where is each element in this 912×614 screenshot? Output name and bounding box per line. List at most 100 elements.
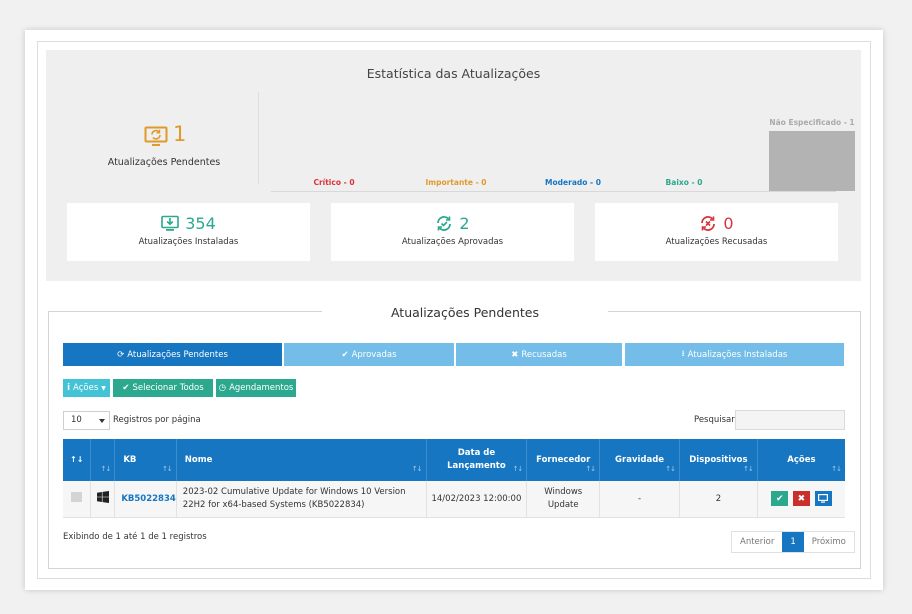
chart-axis [271, 191, 836, 192]
name-cell: 2023-02 Cumulative Update for Windows 10… [176, 481, 427, 518]
col-devices[interactable]: Dispositivos ↑↓ [679, 439, 758, 481]
col-name[interactable]: Nome ↑↓ [176, 439, 427, 481]
close-icon: ✖ [511, 349, 519, 360]
col-vendor[interactable]: Fornecedor ↑↓ [526, 439, 601, 481]
pagination: Anterior 1 Próximo [731, 531, 855, 553]
caret-down-icon [99, 419, 105, 423]
tabs: ⟳ Atualizações Pendentes ✔ Aprovadas ✖ R… [63, 343, 844, 366]
vendor-cell: Windows Update [526, 481, 601, 518]
col-select[interactable]: ↑↓ [63, 439, 92, 481]
devices-cell: 2 [679, 481, 758, 518]
tab-label: Recusadas [521, 349, 567, 360]
records-info: Exibindo de 1 até 1 de 1 registros [63, 532, 207, 542]
page-size-select[interactable]: 10 [63, 411, 110, 430]
date-cell: 14/02/2023 12:00:00 [426, 481, 528, 518]
sort-icon: ↑↓ [743, 465, 754, 473]
section-title: Atualizações Pendentes [322, 305, 608, 320]
tab-pending[interactable]: ⟳ Atualizações Pendentes [63, 343, 282, 366]
tab-label: Atualizações Instaladas [687, 349, 788, 360]
tab-label: Aprovadas [351, 349, 397, 360]
refused-card[interactable]: 0 Atualizações Recusadas [595, 203, 838, 261]
select-all-button[interactable]: ✔ Selecionar Todos [113, 379, 213, 397]
sort-icon: ↑↓ [70, 455, 84, 464]
actions-label: Ações [73, 383, 99, 393]
devices-button[interactable] [814, 491, 832, 507]
select-all-label: Selecionar Todos [132, 383, 204, 393]
chart-bar-label: Moderado - 0 [545, 178, 601, 187]
checkbox[interactable] [71, 492, 83, 503]
kb-link[interactable]: KB5022834 [121, 494, 175, 504]
schedules-button[interactable]: ◷ Agendamentos [216, 379, 296, 397]
approved-label: Atualizações Aprovadas [401, 237, 504, 247]
download-monitor-icon [161, 215, 180, 231]
page-size-label: Registros por página [113, 415, 201, 425]
refresh-icon: ⟳ [117, 349, 125, 360]
installed-card[interactable]: 354 Atualizações Instaladas [67, 203, 310, 261]
tab-label: Atualizações Pendentes [127, 349, 228, 360]
approved-card[interactable]: 2 Atualizações Aprovadas [331, 203, 574, 261]
table-row[interactable]: KB5022834 2023-02 Cumulative Update for … [63, 481, 845, 518]
col-date[interactable]: Data de Lançamento ↑↓ [426, 439, 528, 481]
caret-down-icon: ▼ [101, 384, 106, 392]
tab-refused[interactable]: ✖ Recusadas [456, 343, 622, 366]
check-icon: ✔ [775, 493, 784, 504]
sort-icon: ↑↓ [831, 465, 842, 473]
col-actions[interactable]: Ações ↑↓ [757, 439, 845, 481]
search-label: Pesquisar [694, 415, 735, 425]
page-frame: Estatística das Atualizações 1 Atualizaç… [25, 30, 883, 590]
refused-label: Atualizações Recusadas [665, 237, 768, 247]
page-size-value: 10 [71, 415, 82, 425]
actions-cell: ✔ ✖ [757, 481, 845, 518]
installed-count: 354 [185, 214, 216, 233]
row-checkbox[interactable] [63, 481, 92, 518]
clock-icon: ◷ [218, 383, 227, 393]
chart-bar-label: Crítico - 0 [313, 178, 355, 187]
os-cell [90, 481, 116, 518]
sort-icon: ↑↓ [585, 465, 596, 473]
current-page-button[interactable]: 1 [782, 532, 804, 552]
next-page-button[interactable]: Próximo [803, 532, 854, 552]
monitor-refresh-icon [144, 126, 168, 146]
sort-icon: ↑↓ [100, 465, 112, 473]
pending-section: Atualizações Pendentes ⟳ Atualizações Pe… [48, 305, 861, 569]
stats-panel: Estatística das Atualizações 1 Atualizaç… [46, 50, 861, 281]
sort-icon: ↑↓ [665, 465, 676, 473]
sort-icon: ↑↓ [411, 465, 423, 473]
schedules-label: Agendamentos [229, 383, 294, 393]
sort-icon: ↑↓ [162, 465, 173, 473]
updates-table: ↑↓ ↑↓ KB ↑↓ Nome ↑↓ Data de Lançamento ↑↓ F… [63, 439, 845, 518]
refuse-button[interactable]: ✖ [792, 491, 810, 507]
col-os[interactable]: ↑↓ [90, 439, 116, 481]
monitor-icon [818, 494, 829, 503]
stats-title: Estatística das Atualizações [366, 66, 541, 81]
tab-installed[interactable]: ⭳ Atualizações Instaladas [625, 343, 844, 366]
severity-chart: Crítico - 0 Importante - 0 Moderado - 0 Bai… [271, 90, 855, 192]
sync-x-icon [701, 216, 716, 231]
check-icon: ✔ [122, 383, 130, 393]
content-area: Estatística das Atualizações 1 Atualizaç… [37, 41, 871, 579]
close-icon: ✖ [797, 493, 806, 504]
windows-icon [96, 491, 109, 504]
refused-count: 0 [723, 214, 734, 233]
approved-count: 2 [459, 214, 470, 233]
kb-cell[interactable]: KB5022834 [114, 481, 177, 518]
chart-bar-label: Baixo - 0 [665, 178, 703, 187]
sort-icon: ↑↓ [512, 465, 524, 473]
prev-page-button[interactable]: Anterior [732, 532, 783, 552]
chart-bar-label: Importante - 0 [425, 178, 487, 187]
severity-cell: - [599, 481, 680, 518]
download-icon: ⭳ [681, 348, 685, 359]
info-icon: i [67, 383, 71, 393]
actions-dropdown-button[interactable]: i Ações ▼ [63, 379, 110, 397]
installed-label: Atualizações Instaladas [138, 237, 239, 247]
divider [258, 92, 259, 184]
pending-label: Atualizações Pendentes [107, 157, 221, 168]
tab-approved[interactable]: ✔ Aprovadas [284, 343, 454, 366]
check-icon: ✔ [341, 349, 349, 360]
approve-button[interactable]: ✔ [771, 491, 789, 507]
sync-check-icon [437, 216, 452, 231]
pending-count: 1 [173, 122, 187, 146]
col-severity[interactable]: Gravidade ↑↓ [599, 439, 680, 481]
col-kb[interactable]: KB ↑↓ [114, 439, 177, 481]
search-input[interactable] [735, 410, 845, 430]
